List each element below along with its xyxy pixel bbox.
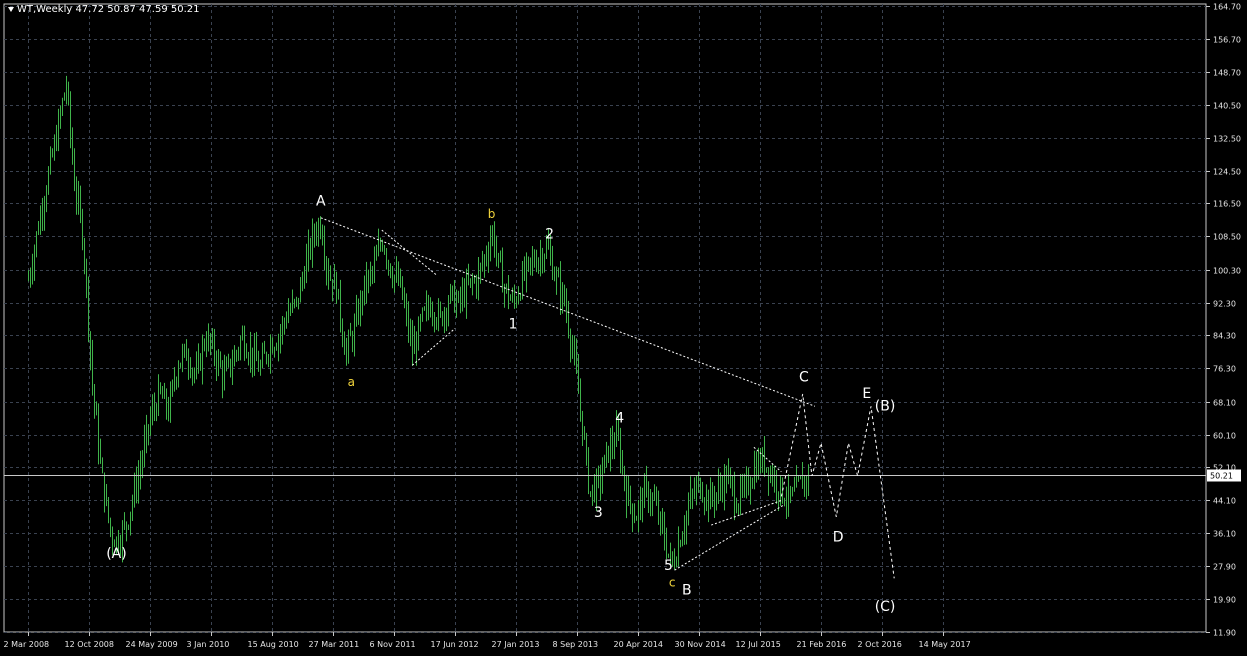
x-tick-label: 6 Nov 2011 bbox=[370, 640, 416, 649]
y-tick-label: 108.50 bbox=[1213, 233, 1241, 242]
x-tick-label: 14 May 2017 bbox=[919, 640, 971, 649]
symbol-header: WT,Weekly 47.72 50.87 47.59 50.21 bbox=[8, 4, 200, 15]
y-tick-label: 148.70 bbox=[1213, 69, 1241, 78]
wave-label: 3 bbox=[594, 505, 603, 521]
y-tick-label: 164.70 bbox=[1213, 3, 1241, 12]
y-tick-label: 44.10 bbox=[1213, 497, 1236, 506]
dropdown-arrow-icon[interactable] bbox=[8, 6, 14, 12]
y-tick-label: 68.10 bbox=[1213, 399, 1236, 408]
y-tick-label: 100.30 bbox=[1213, 267, 1241, 276]
x-tick-label: 15 Aug 2010 bbox=[248, 640, 299, 649]
y-tick-label: 19.90 bbox=[1213, 596, 1236, 605]
wave-label: B bbox=[682, 583, 692, 599]
x-tick-label: 2 Oct 2016 bbox=[858, 640, 902, 649]
y-tick-label: 124.50 bbox=[1213, 168, 1241, 177]
y-tick-label: 116.50 bbox=[1213, 200, 1241, 209]
trendline bbox=[674, 504, 785, 571]
wave-label: D bbox=[833, 529, 844, 545]
wave-label: 5 bbox=[664, 558, 673, 574]
y-tick-label: 76.30 bbox=[1213, 365, 1236, 374]
wave-label: (B) bbox=[875, 398, 896, 414]
x-tick-label: 3 Jan 2010 bbox=[187, 640, 230, 649]
x-tick-label: 20 Apr 2014 bbox=[614, 640, 663, 649]
current-price-label: 50.21 bbox=[1210, 472, 1233, 481]
wave-label: E bbox=[862, 386, 871, 402]
price-chart[interactable]: 164.70 156.70 148.70 140.50 132.50 124.50 116.… bbox=[0, 0, 1247, 656]
wave-label: (C) bbox=[875, 599, 896, 615]
x-tick-label: 8 Sep 2013 bbox=[553, 640, 599, 649]
x-tick-label: 12 Jul 2015 bbox=[736, 640, 781, 649]
projection-path bbox=[780, 393, 895, 579]
wave-label: 2 bbox=[545, 226, 554, 242]
wave-label: (A) bbox=[106, 546, 127, 562]
y-tick-label: 27.90 bbox=[1213, 563, 1236, 572]
wave-label: b bbox=[488, 207, 496, 221]
y-tick-label: 60.10 bbox=[1213, 432, 1236, 441]
y-tick-label: 36.10 bbox=[1213, 530, 1236, 539]
x-tick-label: 17 Jun 2012 bbox=[431, 640, 479, 649]
x-tick-label: 2 Mar 2008 bbox=[4, 640, 50, 649]
y-tick-label: 132.50 bbox=[1213, 135, 1241, 144]
x-tick-label: 12 Oct 2008 bbox=[65, 640, 114, 649]
plot-frame bbox=[3, 3, 1207, 633]
x-tick-label: 21 Feb 2016 bbox=[797, 640, 847, 649]
wave-label: 1 bbox=[508, 316, 517, 332]
y-tick-label: 92.30 bbox=[1213, 300, 1236, 309]
y-tick-label: 140.50 bbox=[1213, 102, 1241, 111]
y-tick-label: 84.30 bbox=[1213, 332, 1236, 341]
x-tick-label: 30 Nov 2014 bbox=[675, 640, 726, 649]
symbol-line: WT,Weekly 47.72 50.87 47.59 50.21 bbox=[17, 4, 200, 15]
wave-label: C bbox=[799, 370, 809, 386]
wave-label: A bbox=[316, 194, 326, 210]
wave-label: c bbox=[669, 576, 676, 590]
y-tick-label: 156.70 bbox=[1213, 36, 1241, 45]
x-tick-label: 24 May 2009 bbox=[126, 640, 178, 649]
y-tick-label: 11.90 bbox=[1213, 629, 1236, 638]
wave-label: 4 bbox=[615, 411, 624, 427]
x-tick-label: 27 Mar 2011 bbox=[309, 640, 360, 649]
chart-window: 164.70 156.70 148.70 140.50 132.50 124.50 116.… bbox=[0, 0, 1247, 656]
x-tick-label: 27 Jan 2013 bbox=[492, 640, 540, 649]
wave-label: a bbox=[348, 375, 355, 389]
